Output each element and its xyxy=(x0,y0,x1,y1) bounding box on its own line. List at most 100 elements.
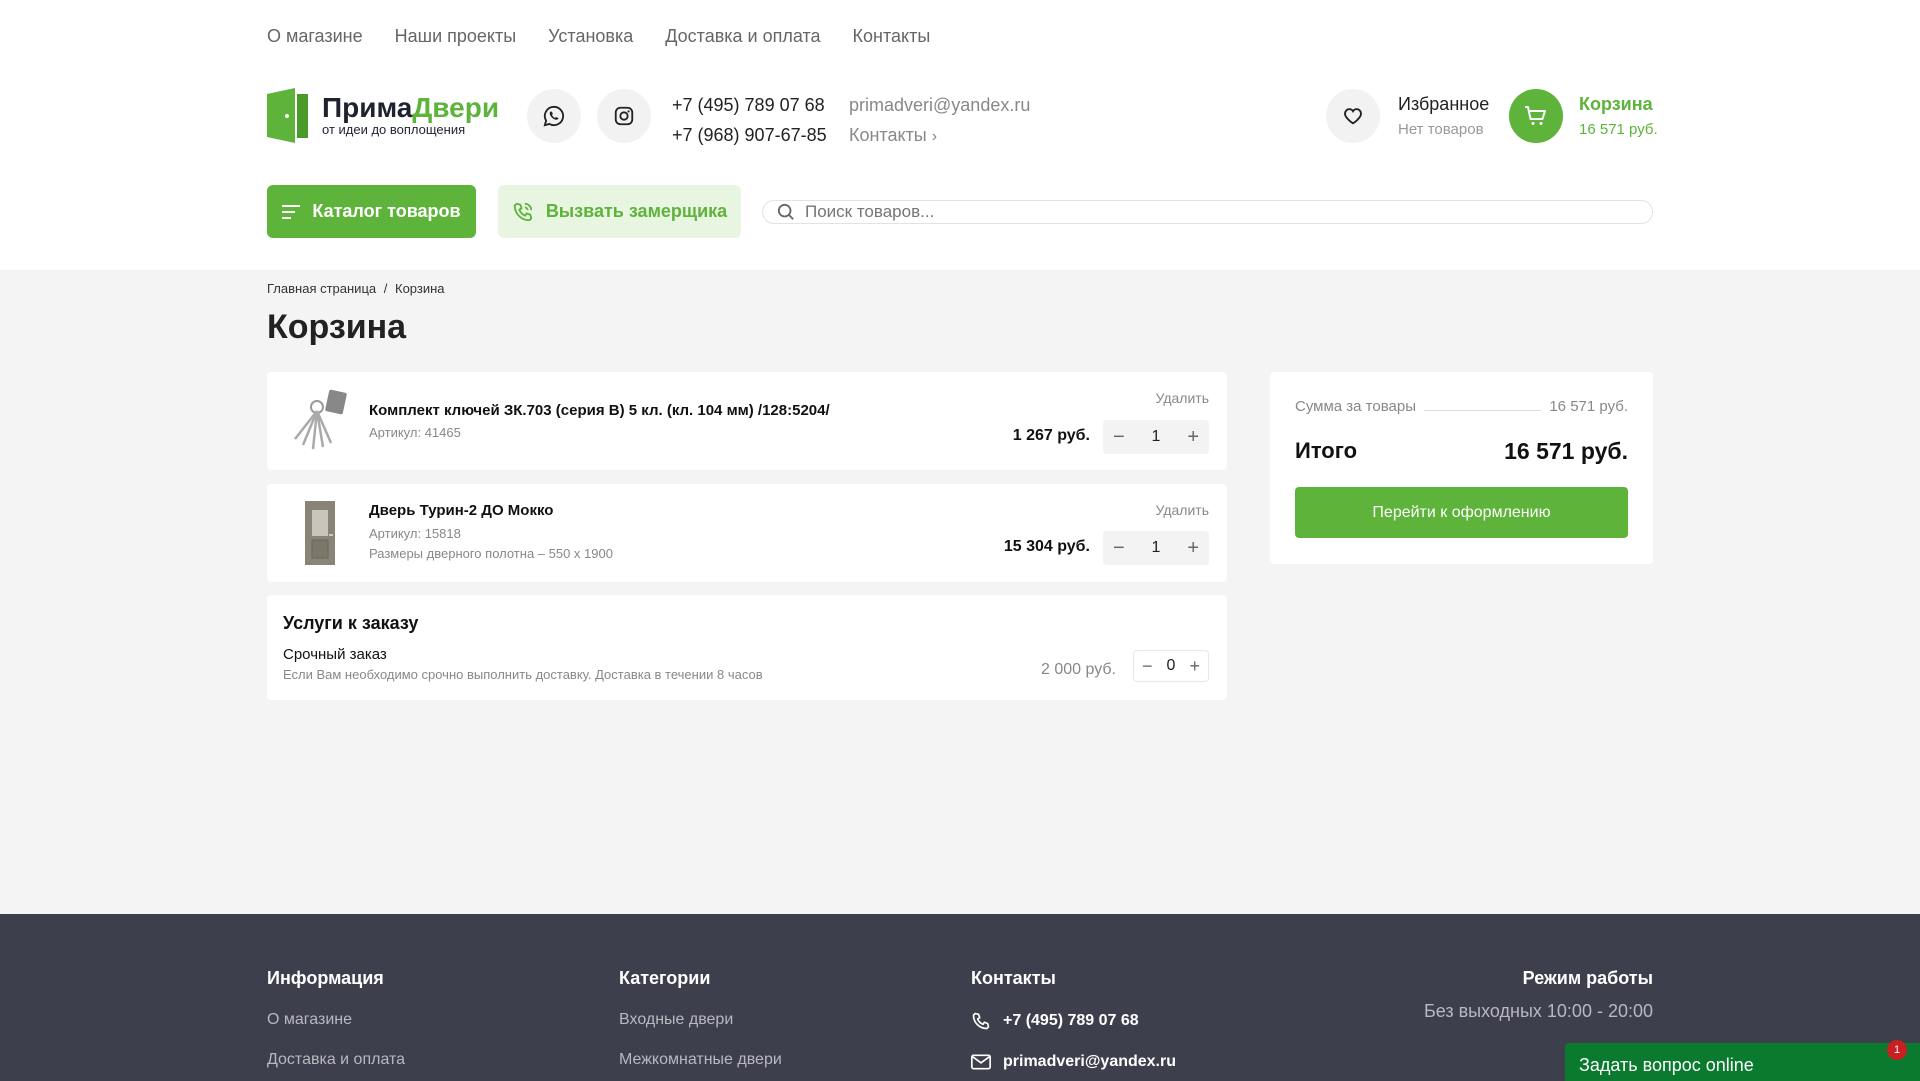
heart-icon xyxy=(1344,108,1362,125)
item-name[interactable]: Дверь Турин-2 ДО Мокко xyxy=(369,502,553,519)
nav-projects[interactable]: Наши проекты xyxy=(395,26,517,47)
nav-about[interactable]: О магазине xyxy=(267,26,363,47)
nav-installation[interactable]: Установка xyxy=(548,26,633,47)
header-contacts: primadveri@yandex.ru Контакты › xyxy=(849,90,1030,152)
footer-link-entrance-doors[interactable]: Входные двери xyxy=(619,1011,782,1029)
plus-icon[interactable]: + xyxy=(1187,538,1199,558)
quantity-value[interactable]: 1 xyxy=(1152,539,1161,557)
door-product-image[interactable] xyxy=(285,498,355,568)
breadcrumb-home[interactable]: Главная страница xyxy=(267,281,376,296)
goods-sum-value: 16 571 руб. xyxy=(1549,398,1628,415)
footer-hours-value: Без выходных 10:00 - 20:00 xyxy=(1423,1001,1653,1021)
plus-icon[interactable]: + xyxy=(1187,427,1199,447)
footer-categories: Категории Входные двери Межкомнатные две… xyxy=(619,968,782,1069)
mail-icon xyxy=(971,1054,991,1070)
favorites-subtitle: Нет товаров xyxy=(1398,121,1484,138)
header-email[interactable]: primadveri@yandex.ru xyxy=(849,90,1030,120)
goods-sum-label: Сумма за товары xyxy=(1295,398,1416,415)
chat-widget-button[interactable]: Задать вопрос online xyxy=(1565,1043,1920,1081)
footer-link-interior-doors[interactable]: Межкомнатные двери xyxy=(619,1051,782,1069)
chevron-right-icon: › xyxy=(931,128,938,145)
minus-icon[interactable]: − xyxy=(1142,656,1153,677)
breadcrumb: Главная страница / Корзина xyxy=(267,281,445,296)
quantity-stepper: − 1 + xyxy=(1103,531,1209,565)
nav-delivery[interactable]: Доставка и оплата xyxy=(665,26,820,47)
minus-icon[interactable]: − xyxy=(1113,538,1125,558)
nav-contacts[interactable]: Контакты xyxy=(853,26,931,47)
call-measurer-label: Вызвать замерщика xyxy=(545,201,728,221)
instagram-button[interactable] xyxy=(597,89,651,143)
cart-circle xyxy=(1509,89,1563,143)
footer-email[interactable]: primadveri@yandex.ru xyxy=(971,1053,1176,1071)
footer-link-about[interactable]: О магазине xyxy=(267,1011,405,1029)
checkout-button[interactable]: Перейти к оформлению xyxy=(1295,487,1628,538)
search-icon xyxy=(777,203,794,220)
total-value: 16 571 руб. xyxy=(1504,438,1628,464)
favorites[interactable]: Избранное Нет товаров xyxy=(1326,89,1489,143)
door-logo-icon xyxy=(267,88,308,143)
catalog-button[interactable]: Каталог товаров xyxy=(267,185,476,238)
footer-hours-title: Режим работы xyxy=(1522,968,1653,988)
order-summary: Сумма за товары 16 571 руб. Итого 16 571… xyxy=(1270,372,1653,564)
item-article: Артикул: 15818 xyxy=(369,526,461,541)
services-title: Услуги к заказу xyxy=(283,613,419,633)
item-price: 1 267 руб. xyxy=(1012,427,1090,444)
call-measurer-button[interactable]: Вызвать замерщика xyxy=(498,185,741,238)
whatsapp-icon xyxy=(543,105,565,127)
logo-name: ПримаДвери xyxy=(322,92,500,123)
site-header: О магазине Наши проекты Установка Достав… xyxy=(0,0,1920,270)
cart-item: Комплект ключей ЗК.703 (серия B) 5 кл. (… xyxy=(267,372,1227,470)
whatsapp-button[interactable] xyxy=(527,89,581,143)
cart-sum: 16 571 руб. xyxy=(1579,121,1658,138)
service-description: Если Вам необходимо срочно выполнить дос… xyxy=(283,667,763,682)
item-dimensions: Размеры дверного полотна – 550 х 1900 xyxy=(369,546,613,561)
minus-icon[interactable]: − xyxy=(1113,427,1125,447)
contacts-link[interactable]: Контакты › xyxy=(849,120,1030,152)
favorites-circle xyxy=(1326,89,1380,143)
plus-icon[interactable]: + xyxy=(1189,656,1200,677)
delete-item-button[interactable]: Удалить xyxy=(1156,390,1209,406)
breadcrumb-sep: / xyxy=(383,281,388,296)
delete-item-button[interactable]: Удалить xyxy=(1156,502,1209,518)
phone-call-icon xyxy=(513,202,532,221)
footer-phone-text: +7 (495) 789 07 68 xyxy=(1003,1012,1139,1029)
footer-categories-title: Категории xyxy=(619,968,711,988)
footer-contacts: Контакты +7 (495) 789 07 68 primadveri@y… xyxy=(971,968,1176,1071)
footer-info-title: Информация xyxy=(267,968,384,988)
cart-icon xyxy=(1525,106,1546,125)
phone-icon xyxy=(972,1012,990,1030)
cart-title: Корзина xyxy=(1579,94,1653,114)
logo[interactable]: ПримаДвери от идеи до воплощения xyxy=(267,88,499,143)
footer-link-delivery[interactable]: Доставка и оплата xyxy=(267,1051,405,1069)
quantity-value[interactable]: 1 xyxy=(1152,428,1161,446)
breadcrumb-current: Корзина xyxy=(395,281,445,296)
cart-item: Дверь Турин-2 ДО Мокко Артикул: 15818 Ра… xyxy=(267,484,1227,582)
service-price: 2 000 руб. xyxy=(1041,661,1116,678)
logo-tagline: от идеи до воплощения xyxy=(322,122,466,137)
menu-icon xyxy=(282,204,301,219)
footer-phone[interactable]: +7 (495) 789 07 68 xyxy=(971,1011,1176,1031)
service-quantity-value[interactable]: 0 xyxy=(1167,657,1176,675)
goods-sum-row: Сумма за товары 16 571 руб. xyxy=(1295,398,1628,415)
total-label: Итого xyxy=(1295,438,1358,463)
header-phones: +7 (495) 789 07 68 +7 (968) 907-67-85 xyxy=(672,90,827,150)
service-name: Срочный заказ xyxy=(283,646,387,663)
chat-badge: 1 xyxy=(1887,1040,1907,1060)
service-quantity-stepper: − 0 + xyxy=(1133,650,1209,682)
total-row: Итого 16 571 руб. xyxy=(1295,438,1628,465)
footer-email-text: primadveri@yandex.ru xyxy=(1003,1053,1176,1070)
page-title: Корзина xyxy=(267,308,407,346)
search-input[interactable] xyxy=(805,202,1605,222)
services-card: Услуги к заказу Срочный заказ Если Вам н… xyxy=(267,595,1227,700)
quantity-stepper: − 1 + xyxy=(1103,420,1209,454)
keys-product-image[interactable] xyxy=(285,386,355,456)
phone-1[interactable]: +7 (495) 789 07 68 xyxy=(672,90,827,120)
phone-2[interactable]: +7 (968) 907-67-85 xyxy=(672,120,827,150)
favorites-title: Избранное xyxy=(1398,94,1490,114)
item-name[interactable]: Комплект ключей ЗК.703 (серия B) 5 кл. (… xyxy=(369,402,830,419)
header-cart[interactable]: Корзина 16 571 руб. xyxy=(1509,89,1658,143)
catalog-label: Каталог товаров xyxy=(312,201,461,221)
footer-info: Информация О магазине Доставка и оплата xyxy=(267,968,405,1069)
item-article: Артикул: 41465 xyxy=(369,425,461,440)
search-bar[interactable] xyxy=(762,200,1653,224)
